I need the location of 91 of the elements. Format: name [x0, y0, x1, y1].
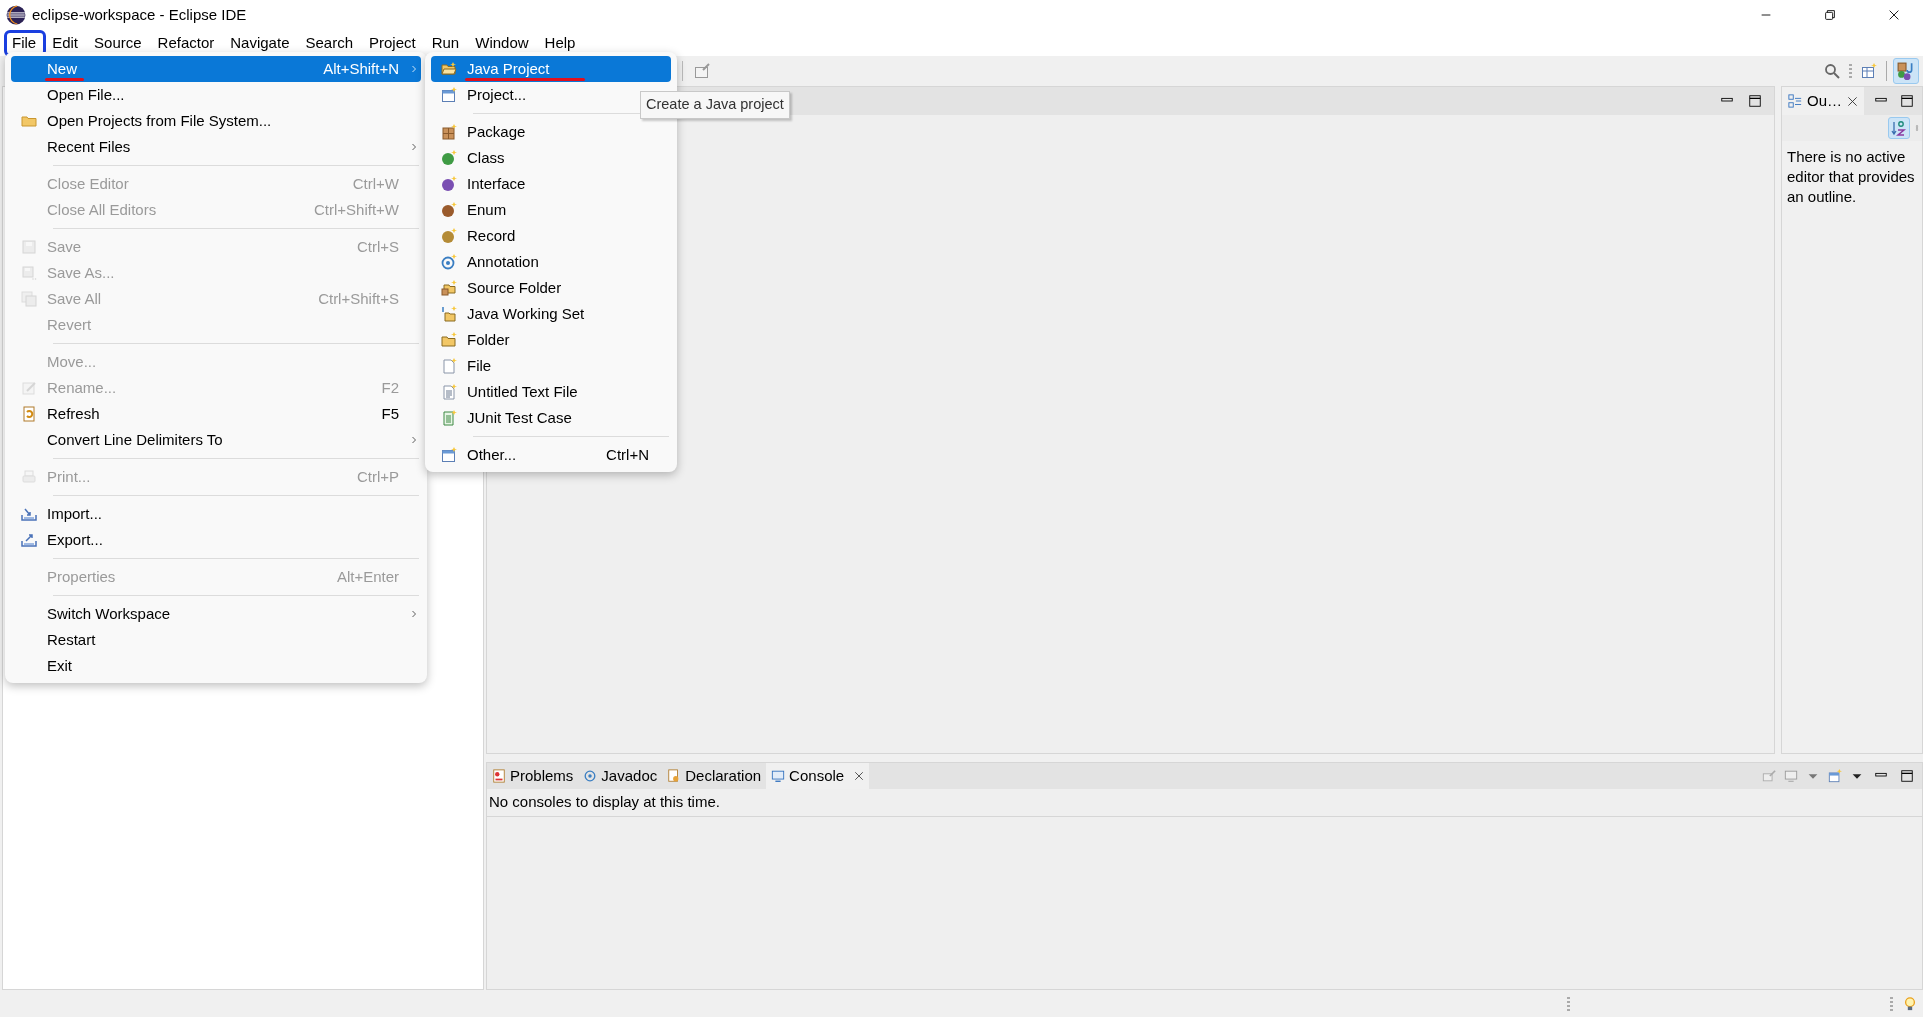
menu-item[interactable]: Window [467, 31, 537, 55]
pin-console-icon [1762, 769, 1776, 783]
refresh-page-icon [21, 406, 37, 422]
menu-item[interactable]: File [431, 353, 520, 379]
menu-item[interactable]: Annotation [431, 249, 567, 275]
perspective-icon [1897, 62, 1915, 80]
menu-item[interactable]: New Alt+Shift+N [11, 56, 421, 82]
class-icon [441, 150, 457, 166]
menu-item[interactable]: Recent Files [11, 134, 421, 160]
menu-item[interactable]: Source Folder [431, 275, 590, 301]
panel-tab[interactable]: Declaration [662, 763, 767, 789]
monitor-icon [771, 769, 786, 783]
menu-item[interactable]: JUnit Test Case [431, 405, 600, 431]
window-pin-icon [694, 63, 710, 79]
window-icon [441, 87, 457, 103]
folder-icon [441, 332, 457, 348]
panel-tab[interactable]: Problems [487, 763, 579, 789]
record-icon [441, 228, 457, 244]
eclipse-logo-icon [6, 5, 26, 25]
sort-button[interactable] [1888, 117, 1910, 139]
menu-item[interactable]: Record [431, 223, 544, 249]
restore-icon [1823, 8, 1837, 22]
display-console-icon [1784, 769, 1798, 783]
interface-icon [441, 176, 457, 192]
menu-item[interactable]: Java Project [431, 56, 671, 82]
search-icon [1824, 63, 1840, 79]
outline-message: There is no active editor that provides an outline. [1786, 147, 1916, 207]
menu-item[interactable]: Open Projects from File System... [11, 108, 300, 134]
table-plus-icon [1861, 63, 1877, 79]
enum-icon [441, 202, 457, 218]
lightbulb-icon [1903, 994, 1917, 1013]
tray-arrow-icon [21, 506, 37, 522]
menu-item[interactable]: Source [86, 31, 150, 55]
close-icon[interactable] [854, 771, 865, 781]
java-perspective-button[interactable] [1893, 58, 1919, 84]
outline-icon [1788, 94, 1802, 108]
grip-icon [1849, 64, 1852, 78]
maximize-icon [1900, 769, 1914, 783]
menu-item[interactable]: Edit [44, 31, 87, 55]
close-icon [1887, 8, 1901, 22]
maximize-icon [1900, 94, 1914, 108]
pencil-page-icon [21, 380, 37, 396]
menu-item[interactable]: Navigate [222, 31, 298, 55]
problems-icon [492, 769, 506, 783]
menu-item[interactable]: Java Working Set [431, 301, 613, 327]
source-folder-icon [441, 280, 457, 296]
sort-icon [1891, 120, 1907, 136]
working-set-icon [441, 306, 457, 322]
menu-item[interactable]: Switch Workspace [11, 601, 421, 627]
new-console-icon [1828, 769, 1842, 783]
maximize-icon [1748, 94, 1762, 108]
menu-item[interactable]: Other... Ctrl+N [431, 442, 671, 468]
menu-item[interactable]: Folder [431, 327, 538, 353]
menu-item[interactable]: Project [361, 31, 424, 55]
menu-item[interactable]: Restart [11, 627, 124, 653]
file-icon [441, 358, 457, 374]
menu-item[interactable]: Import... [11, 501, 130, 527]
window-icon [441, 447, 457, 463]
grip-icon [1567, 996, 1570, 1011]
menu-item[interactable]: Interface [431, 171, 554, 197]
menu-item[interactable]: Enum [431, 197, 535, 223]
menu-item[interactable]: Run [423, 31, 468, 55]
annotation-icon [441, 254, 457, 270]
grip-icon [1890, 996, 1893, 1011]
printer-icon [21, 469, 37, 485]
tray-arrow-icon [21, 532, 37, 548]
menu-item[interactable]: Package [431, 119, 554, 145]
tooltip: Create a Java project [640, 91, 790, 119]
outline-tab[interactable]: Ou… [1782, 87, 1864, 115]
menu-item[interactable]: Project... [431, 82, 555, 108]
test-file-icon [441, 410, 457, 426]
menu-item[interactable]: Open File... [11, 82, 153, 108]
text-file-icon [441, 384, 457, 400]
floppy-disks-icon [21, 291, 37, 307]
menu-item[interactable]: Untitled Text File [431, 379, 606, 405]
console-message: No consoles to display at this time. [487, 789, 1922, 817]
menu-item[interactable]: Class [431, 145, 533, 171]
menu-item[interactable]: Refactor [149, 31, 223, 55]
menu-item[interactable]: Help [536, 31, 584, 55]
open-folder-icon [441, 61, 457, 77]
panel-tab[interactable]: Javadoc [578, 763, 663, 789]
menu-item[interactable]: Refresh F5 [11, 401, 421, 427]
menu-item[interactable]: Convert Line Delimiters To [11, 427, 421, 453]
package-icon [441, 124, 457, 140]
window-title: eclipse-workspace - Eclipse IDE [32, 4, 248, 25]
menu-item[interactable]: Search [297, 31, 361, 55]
menu-item[interactable]: Export... [11, 527, 131, 553]
menu-item[interactable]: Exit [11, 653, 100, 679]
close-icon[interactable] [1847, 95, 1858, 107]
folder-icon [21, 113, 37, 129]
panel-tab[interactable]: Console [766, 763, 870, 789]
